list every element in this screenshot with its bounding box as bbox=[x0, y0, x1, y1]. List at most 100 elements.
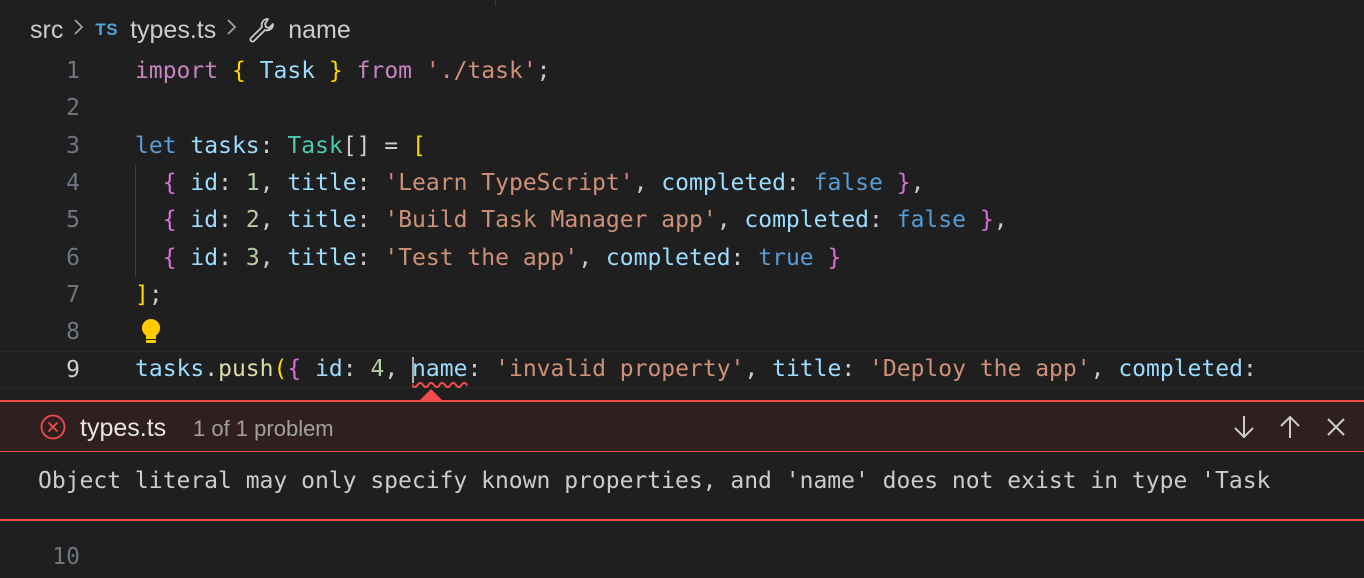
breadcrumb: src TS types.ts name bbox=[30, 10, 351, 50]
code-token: completed bbox=[744, 206, 870, 233]
line-number: 10 bbox=[52, 543, 80, 570]
breadcrumb-symbol[interactable]: name bbox=[288, 16, 351, 45]
code-token: './task' bbox=[425, 57, 537, 84]
code-line[interactable]: 8 bbox=[0, 313, 1364, 350]
code-token: : bbox=[1242, 356, 1257, 383]
code-line[interactable]: 3 let tasks: Task[] = [ bbox=[0, 127, 1364, 164]
code-token: : bbox=[730, 244, 759, 271]
code-token: : bbox=[342, 356, 371, 383]
code-token: ; bbox=[536, 57, 551, 84]
code-token: false bbox=[813, 169, 883, 196]
next-problem-button[interactable] bbox=[1230, 412, 1258, 442]
code-line[interactable]: 5 { id: 2, title: 'Build Task Manager ap… bbox=[0, 201, 1364, 238]
code-token: , bbox=[744, 356, 773, 383]
code-token: : bbox=[356, 206, 385, 233]
previous-problem-button[interactable] bbox=[1276, 412, 1304, 442]
line-number: 2 bbox=[66, 94, 80, 121]
code-token: } bbox=[328, 57, 343, 84]
code-token: completed bbox=[605, 244, 731, 271]
code-token: title bbox=[287, 169, 357, 196]
code-token: 'Deploy the app' bbox=[869, 356, 1091, 383]
code-token: id bbox=[190, 206, 219, 233]
code-line[interactable]: 10 bbox=[0, 538, 1364, 575]
line-number: 9 bbox=[66, 356, 80, 383]
code-line[interactable]: 9 tasks.push({ id: 4, name: 'invalid prop… bbox=[0, 351, 1364, 388]
peek-problem-count: 1 of 1 problem bbox=[193, 416, 334, 441]
code-token: , bbox=[716, 206, 745, 233]
problem-message: Object literal may only specify known pr… bbox=[38, 468, 1271, 494]
code-token: : bbox=[218, 206, 246, 233]
code-token: : bbox=[259, 132, 288, 159]
line-number: 4 bbox=[66, 169, 80, 196]
code-text: import { Task } from './task'; bbox=[135, 58, 551, 84]
code-token: , bbox=[259, 244, 288, 271]
code-token: ; bbox=[148, 281, 163, 308]
typescript-file-icon: TS bbox=[95, 20, 119, 39]
code-token: , bbox=[1090, 356, 1119, 383]
code-token: , bbox=[384, 356, 413, 383]
line-number: 1 bbox=[66, 57, 80, 84]
breadcrumb-file[interactable]: types.ts bbox=[130, 16, 216, 45]
code-text: { id: 1, title: 'Learn TypeScript', comp… bbox=[135, 169, 925, 196]
peek-header: types.ts 1 of 1 problem bbox=[0, 402, 1364, 452]
code-token: ] bbox=[135, 281, 149, 308]
code-token: id bbox=[315, 356, 343, 383]
code-token: { bbox=[162, 206, 177, 233]
code-token: [ bbox=[412, 132, 426, 159]
close-peek-button[interactable] bbox=[1322, 412, 1350, 442]
code-token: [] bbox=[342, 132, 371, 159]
code-text: { id: 2, title: 'Build Task Manager app'… bbox=[135, 207, 1008, 233]
code-token: push bbox=[218, 356, 274, 383]
code-token: title bbox=[287, 244, 357, 271]
peek-pointer bbox=[420, 389, 442, 400]
code-token: tasks bbox=[190, 132, 260, 159]
lightbulb-icon[interactable] bbox=[138, 317, 164, 345]
chevron-right-icon bbox=[73, 17, 85, 43]
code-token: 'Build Task Manager app' bbox=[384, 206, 717, 233]
line-number: 7 bbox=[66, 281, 80, 308]
code-token: = bbox=[370, 132, 412, 159]
code-token: tasks bbox=[135, 356, 205, 383]
code-token: , bbox=[910, 169, 925, 196]
code-token: from bbox=[356, 57, 413, 84]
line-number: 5 bbox=[66, 206, 80, 233]
code-line[interactable]: 7]; bbox=[0, 276, 1364, 313]
code-token: true bbox=[758, 244, 814, 271]
code-token: : bbox=[356, 169, 385, 196]
code-line[interactable]: 1 import { Task } from './task'; bbox=[0, 52, 1364, 89]
code-line[interactable]: 4 { id: 1, title: 'Learn TypeScript', co… bbox=[0, 164, 1364, 201]
peek-file-name: types.ts bbox=[80, 414, 167, 442]
code-token: : bbox=[841, 356, 870, 383]
code-token: { bbox=[231, 57, 246, 84]
code-token: , bbox=[259, 206, 288, 233]
code-token: } bbox=[896, 169, 911, 196]
top-divider bbox=[495, 0, 496, 6]
code-token: : bbox=[356, 244, 385, 271]
code-text: { id: 3, title: 'Test the app', complete… bbox=[135, 244, 842, 271]
code-token: , bbox=[259, 169, 288, 196]
code-token: ( bbox=[273, 356, 288, 383]
code-token: name bbox=[412, 356, 468, 383]
code-token: , bbox=[633, 169, 662, 196]
code-text: let tasks: Task[] = [ bbox=[135, 133, 426, 159]
code-token: , bbox=[993, 206, 1008, 233]
code-line[interactable]: 6 { id: 3, title: 'Test the app', comple… bbox=[0, 239, 1364, 276]
code-token: title bbox=[772, 356, 842, 383]
code-text: tasks.push({ id: 4, name: 'invalid prope… bbox=[135, 356, 1257, 383]
breadcrumb-folder[interactable]: src bbox=[30, 16, 63, 45]
code-token: } bbox=[827, 244, 842, 271]
code-token: . bbox=[204, 356, 219, 383]
code-line[interactable]: 2 bbox=[0, 89, 1364, 126]
code-token: id bbox=[190, 169, 219, 196]
